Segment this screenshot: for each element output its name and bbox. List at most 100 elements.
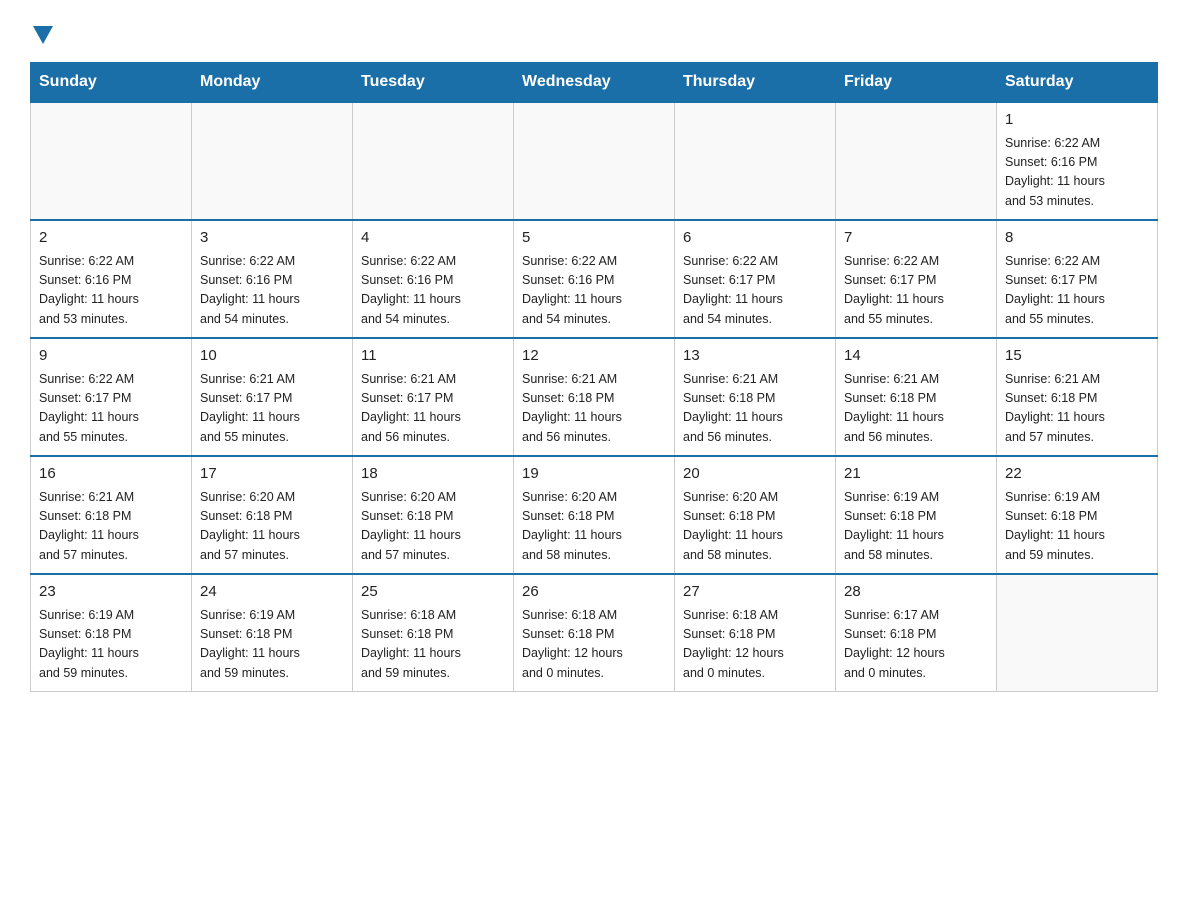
day-header-saturday: Saturday: [997, 63, 1158, 103]
day-number: 24: [200, 581, 344, 604]
calendar-cell: [353, 102, 514, 220]
day-info: Sunrise: 6:22 AMSunset: 6:16 PMDaylight:…: [522, 252, 666, 330]
calendar-cell: 2Sunrise: 6:22 AMSunset: 6:16 PMDaylight…: [31, 220, 192, 338]
day-info: Sunrise: 6:22 AMSunset: 6:17 PMDaylight:…: [844, 252, 988, 330]
day-info: Sunrise: 6:19 AMSunset: 6:18 PMDaylight:…: [200, 606, 344, 684]
day-number: 16: [39, 463, 183, 486]
week-row-3: 9Sunrise: 6:22 AMSunset: 6:17 PMDaylight…: [31, 338, 1158, 456]
calendar-cell: 19Sunrise: 6:20 AMSunset: 6:18 PMDayligh…: [514, 456, 675, 574]
day-info: Sunrise: 6:18 AMSunset: 6:18 PMDaylight:…: [683, 606, 827, 684]
day-info: Sunrise: 6:20 AMSunset: 6:18 PMDaylight:…: [200, 488, 344, 566]
calendar-cell: 4Sunrise: 6:22 AMSunset: 6:16 PMDaylight…: [353, 220, 514, 338]
day-number: 18: [361, 463, 505, 486]
calendar-cell: 3Sunrise: 6:22 AMSunset: 6:16 PMDaylight…: [192, 220, 353, 338]
day-info: Sunrise: 6:19 AMSunset: 6:18 PMDaylight:…: [39, 606, 183, 684]
day-header-tuesday: Tuesday: [353, 63, 514, 103]
day-number: 12: [522, 345, 666, 368]
day-info: Sunrise: 6:18 AMSunset: 6:18 PMDaylight:…: [361, 606, 505, 684]
day-number: 19: [522, 463, 666, 486]
day-info: Sunrise: 6:21 AMSunset: 6:18 PMDaylight:…: [1005, 370, 1149, 448]
day-number: 17: [200, 463, 344, 486]
calendar-cell: 13Sunrise: 6:21 AMSunset: 6:18 PMDayligh…: [675, 338, 836, 456]
calendar-cell: [836, 102, 997, 220]
day-info: Sunrise: 6:20 AMSunset: 6:18 PMDaylight:…: [522, 488, 666, 566]
logo-triangle-icon: [33, 26, 53, 44]
day-number: 2: [39, 227, 183, 250]
calendar-header-row: SundayMondayTuesdayWednesdayThursdayFrid…: [31, 63, 1158, 103]
day-info: Sunrise: 6:21 AMSunset: 6:18 PMDaylight:…: [844, 370, 988, 448]
calendar-cell: 18Sunrise: 6:20 AMSunset: 6:18 PMDayligh…: [353, 456, 514, 574]
day-info: Sunrise: 6:22 AMSunset: 6:16 PMDaylight:…: [1005, 134, 1149, 212]
calendar-cell: 16Sunrise: 6:21 AMSunset: 6:18 PMDayligh…: [31, 456, 192, 574]
week-row-4: 16Sunrise: 6:21 AMSunset: 6:18 PMDayligh…: [31, 456, 1158, 574]
day-info: Sunrise: 6:19 AMSunset: 6:18 PMDaylight:…: [844, 488, 988, 566]
day-number: 22: [1005, 463, 1149, 486]
day-info: Sunrise: 6:22 AMSunset: 6:17 PMDaylight:…: [39, 370, 183, 448]
calendar-cell: [31, 102, 192, 220]
day-number: 15: [1005, 345, 1149, 368]
day-number: 9: [39, 345, 183, 368]
calendar-cell: 8Sunrise: 6:22 AMSunset: 6:17 PMDaylight…: [997, 220, 1158, 338]
calendar-cell: [192, 102, 353, 220]
day-number: 20: [683, 463, 827, 486]
calendar-table: SundayMondayTuesdayWednesdayThursdayFrid…: [30, 62, 1158, 692]
day-number: 7: [844, 227, 988, 250]
day-number: 6: [683, 227, 827, 250]
calendar-cell: 23Sunrise: 6:19 AMSunset: 6:18 PMDayligh…: [31, 574, 192, 692]
calendar-cell: 22Sunrise: 6:19 AMSunset: 6:18 PMDayligh…: [997, 456, 1158, 574]
calendar-cell: [514, 102, 675, 220]
calendar-cell: 24Sunrise: 6:19 AMSunset: 6:18 PMDayligh…: [192, 574, 353, 692]
day-number: 25: [361, 581, 505, 604]
day-number: 4: [361, 227, 505, 250]
day-number: 27: [683, 581, 827, 604]
calendar-cell: 5Sunrise: 6:22 AMSunset: 6:16 PMDaylight…: [514, 220, 675, 338]
week-row-5: 23Sunrise: 6:19 AMSunset: 6:18 PMDayligh…: [31, 574, 1158, 692]
calendar-cell: [675, 102, 836, 220]
page-header: [30, 20, 1158, 44]
logo: [30, 20, 53, 44]
day-number: 3: [200, 227, 344, 250]
day-header-thursday: Thursday: [675, 63, 836, 103]
day-info: Sunrise: 6:17 AMSunset: 6:18 PMDaylight:…: [844, 606, 988, 684]
day-info: Sunrise: 6:22 AMSunset: 6:17 PMDaylight:…: [1005, 252, 1149, 330]
day-number: 26: [522, 581, 666, 604]
day-info: Sunrise: 6:22 AMSunset: 6:16 PMDaylight:…: [39, 252, 183, 330]
day-info: Sunrise: 6:21 AMSunset: 6:18 PMDaylight:…: [39, 488, 183, 566]
day-number: 8: [1005, 227, 1149, 250]
day-header-wednesday: Wednesday: [514, 63, 675, 103]
day-header-friday: Friday: [836, 63, 997, 103]
calendar-cell: 10Sunrise: 6:21 AMSunset: 6:17 PMDayligh…: [192, 338, 353, 456]
calendar-cell: 9Sunrise: 6:22 AMSunset: 6:17 PMDaylight…: [31, 338, 192, 456]
calendar-cell: 27Sunrise: 6:18 AMSunset: 6:18 PMDayligh…: [675, 574, 836, 692]
day-number: 28: [844, 581, 988, 604]
week-row-2: 2Sunrise: 6:22 AMSunset: 6:16 PMDaylight…: [31, 220, 1158, 338]
calendar-cell: 14Sunrise: 6:21 AMSunset: 6:18 PMDayligh…: [836, 338, 997, 456]
day-info: Sunrise: 6:19 AMSunset: 6:18 PMDaylight:…: [1005, 488, 1149, 566]
calendar-cell: 12Sunrise: 6:21 AMSunset: 6:18 PMDayligh…: [514, 338, 675, 456]
calendar-cell: 11Sunrise: 6:21 AMSunset: 6:17 PMDayligh…: [353, 338, 514, 456]
day-info: Sunrise: 6:20 AMSunset: 6:18 PMDaylight:…: [683, 488, 827, 566]
day-header-sunday: Sunday: [31, 63, 192, 103]
day-info: Sunrise: 6:22 AMSunset: 6:16 PMDaylight:…: [361, 252, 505, 330]
day-info: Sunrise: 6:21 AMSunset: 6:18 PMDaylight:…: [683, 370, 827, 448]
calendar-cell: 17Sunrise: 6:20 AMSunset: 6:18 PMDayligh…: [192, 456, 353, 574]
calendar-cell: 7Sunrise: 6:22 AMSunset: 6:17 PMDaylight…: [836, 220, 997, 338]
day-number: 23: [39, 581, 183, 604]
day-info: Sunrise: 6:21 AMSunset: 6:17 PMDaylight:…: [200, 370, 344, 448]
day-info: Sunrise: 6:18 AMSunset: 6:18 PMDaylight:…: [522, 606, 666, 684]
day-info: Sunrise: 6:22 AMSunset: 6:17 PMDaylight:…: [683, 252, 827, 330]
day-info: Sunrise: 6:21 AMSunset: 6:18 PMDaylight:…: [522, 370, 666, 448]
day-number: 5: [522, 227, 666, 250]
day-header-monday: Monday: [192, 63, 353, 103]
calendar-cell: 15Sunrise: 6:21 AMSunset: 6:18 PMDayligh…: [997, 338, 1158, 456]
calendar-cell: [997, 574, 1158, 692]
day-number: 11: [361, 345, 505, 368]
day-number: 1: [1005, 109, 1149, 132]
day-number: 14: [844, 345, 988, 368]
day-info: Sunrise: 6:22 AMSunset: 6:16 PMDaylight:…: [200, 252, 344, 330]
day-number: 13: [683, 345, 827, 368]
calendar-cell: 21Sunrise: 6:19 AMSunset: 6:18 PMDayligh…: [836, 456, 997, 574]
day-info: Sunrise: 6:21 AMSunset: 6:17 PMDaylight:…: [361, 370, 505, 448]
calendar-cell: 1Sunrise: 6:22 AMSunset: 6:16 PMDaylight…: [997, 102, 1158, 220]
day-number: 21: [844, 463, 988, 486]
